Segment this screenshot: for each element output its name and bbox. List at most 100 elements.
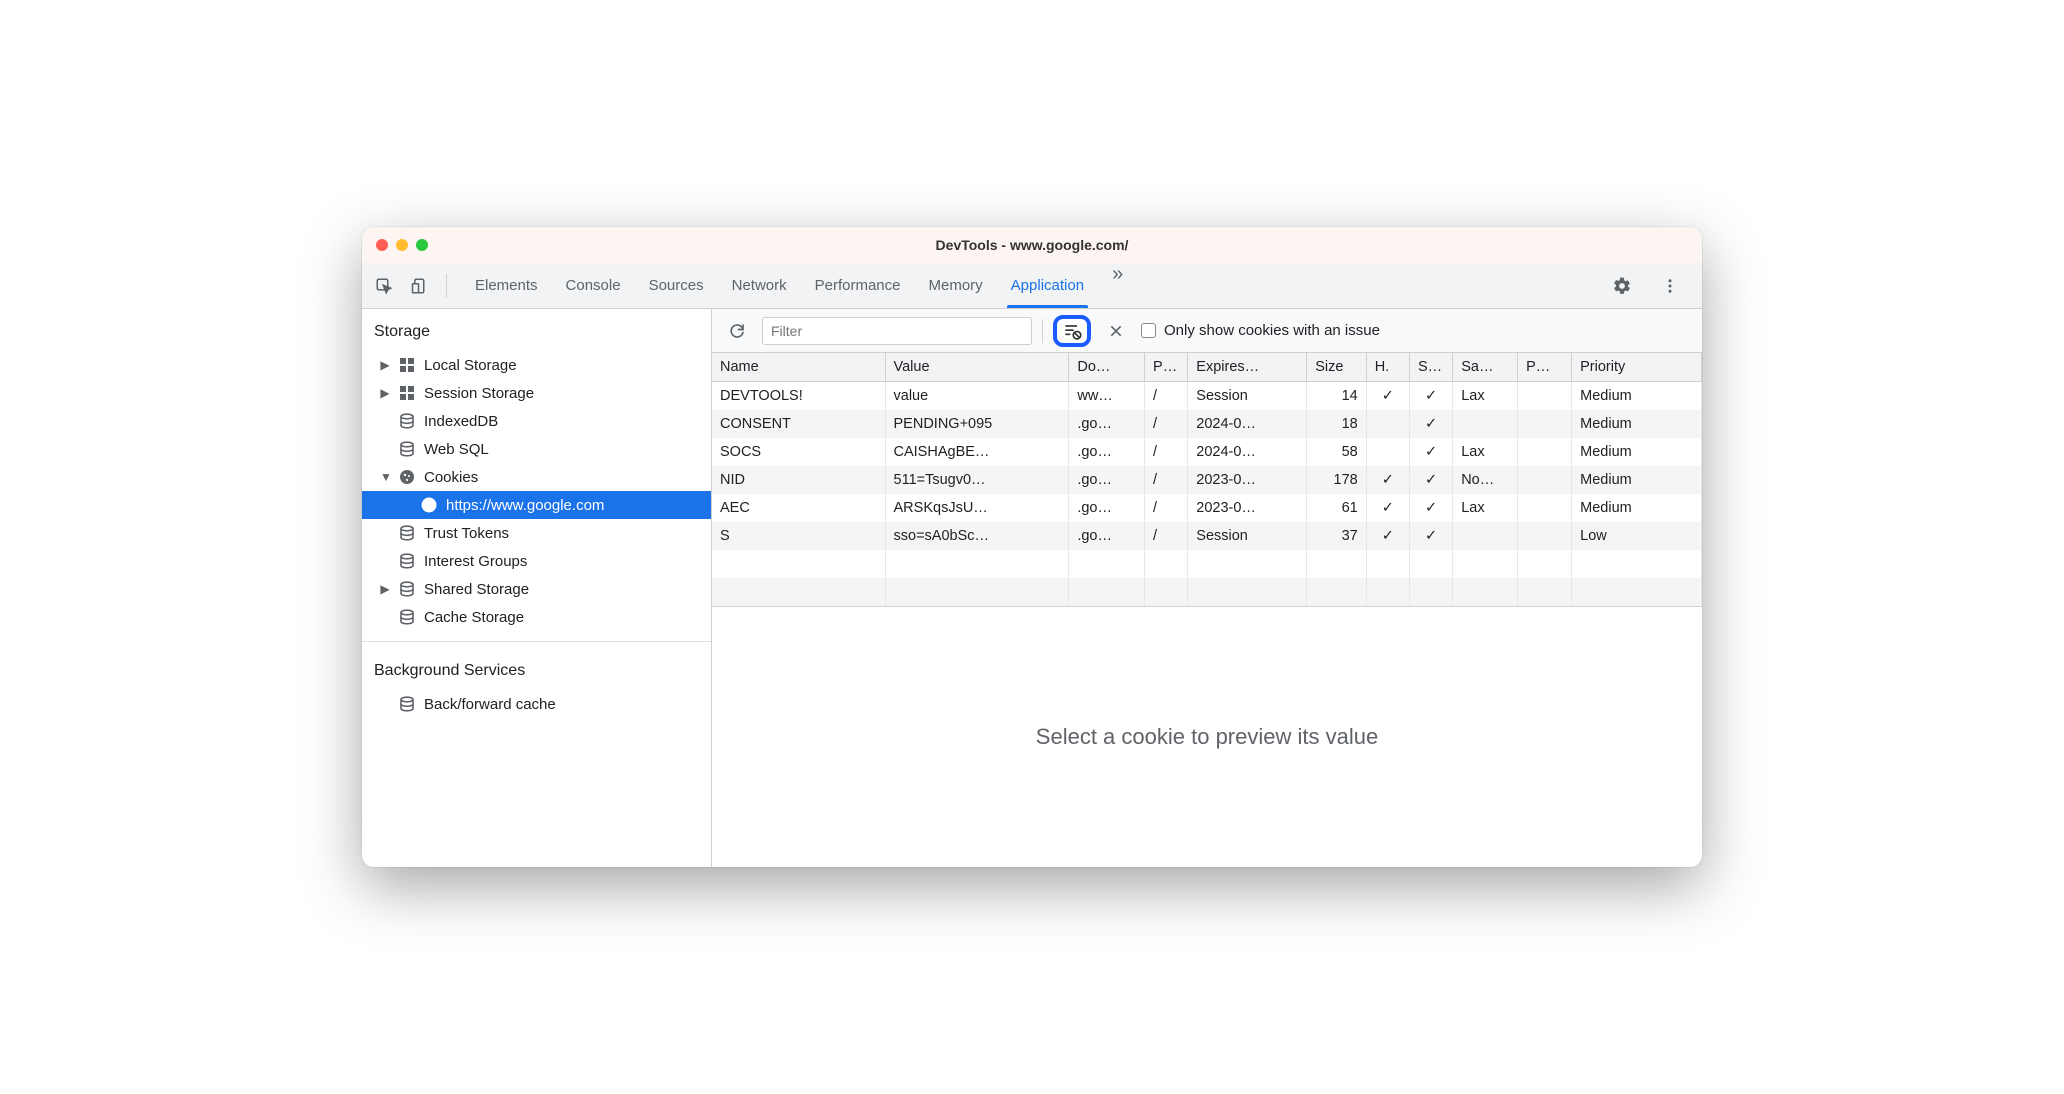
tab-sources[interactable]: Sources bbox=[649, 263, 704, 308]
cell-path: / bbox=[1145, 522, 1188, 550]
storage-heading: Storage bbox=[362, 317, 711, 351]
cookie-preview-empty: Select a cookie to preview its value bbox=[712, 607, 1702, 867]
sidebar-item-label: Back/forward cache bbox=[424, 696, 556, 713]
col-h[interactable]: H. bbox=[1366, 353, 1409, 382]
titlebar: DevTools - www.google.com/ bbox=[362, 227, 1702, 263]
sidebar-item-local-storage[interactable]: ▶ Local Storage bbox=[362, 351, 711, 379]
sidebar-item-https-www-google-com[interactable]: https://www.google.com bbox=[362, 491, 711, 519]
cell-secure: ✓ bbox=[1409, 382, 1452, 411]
cookies-panel: Only show cookies with an issue NameValu… bbox=[712, 309, 1702, 867]
cell-domain: .go… bbox=[1069, 522, 1145, 550]
cell-size: 178 bbox=[1307, 466, 1366, 494]
expand-arrow-icon[interactable]: ▶ bbox=[380, 582, 390, 596]
divider bbox=[446, 274, 447, 298]
col-name[interactable]: Name bbox=[712, 353, 885, 382]
col-p[interactable]: P… bbox=[1145, 353, 1188, 382]
cell-name: CONSENT bbox=[712, 410, 885, 438]
cell-name: AEC bbox=[712, 494, 885, 522]
refresh-icon[interactable] bbox=[722, 316, 752, 346]
table-row[interactable]: SOCSCAISHAgBE….go…/2024-0…58✓LaxMedium bbox=[712, 438, 1702, 466]
col-sa[interactable]: Sa… bbox=[1453, 353, 1518, 382]
col-do[interactable]: Do… bbox=[1069, 353, 1145, 382]
sidebar-item-label: Session Storage bbox=[424, 385, 534, 402]
cell-same: Lax bbox=[1453, 438, 1518, 466]
sidebar-item-shared-storage[interactable]: ▶ Shared Storage bbox=[362, 575, 711, 603]
cell-name: NID bbox=[712, 466, 885, 494]
cell-http: ✓ bbox=[1366, 494, 1409, 522]
col-value[interactable]: Value bbox=[885, 353, 1069, 382]
sidebar-item-cookies[interactable]: ▼ Cookies bbox=[362, 463, 711, 491]
tab-elements[interactable]: Elements bbox=[475, 263, 538, 308]
col-s[interactable]: S… bbox=[1409, 353, 1452, 382]
sidebar-item-label: Cookies bbox=[424, 469, 478, 486]
table-row[interactable]: NID511=Tsugv0….go…/2023-0…178✓✓No…Medium bbox=[712, 466, 1702, 494]
sidebar-item-session-storage[interactable]: ▶ Session Storage bbox=[362, 379, 711, 407]
sidebar-item-web-sql[interactable]: Web SQL bbox=[362, 435, 711, 463]
settings-icon[interactable] bbox=[1606, 270, 1638, 302]
kebab-menu-icon[interactable] bbox=[1654, 270, 1686, 302]
cell-path: / bbox=[1145, 410, 1188, 438]
clear-cookies-icon[interactable] bbox=[1053, 315, 1091, 347]
table-row[interactable]: CONSENTPENDING+095.go…/2024-0…18✓Medium bbox=[712, 410, 1702, 438]
db-icon bbox=[398, 608, 416, 626]
preview-text: Select a cookie to preview its value bbox=[1036, 724, 1378, 750]
divider bbox=[1042, 319, 1043, 343]
col-size[interactable]: Size bbox=[1307, 353, 1366, 382]
cell-domain: .go… bbox=[1069, 466, 1145, 494]
filter-input[interactable] bbox=[762, 317, 1032, 345]
cell-http: ✓ bbox=[1366, 522, 1409, 550]
cell-domain: ww… bbox=[1069, 382, 1145, 411]
cell-same bbox=[1453, 522, 1518, 550]
window-title: DevTools - www.google.com/ bbox=[362, 237, 1702, 253]
sidebar-item-label: Web SQL bbox=[424, 441, 489, 458]
cell-value: 511=Tsugv0… bbox=[885, 466, 1069, 494]
more-tabs-icon[interactable]: » bbox=[1112, 263, 1123, 308]
cell-path: / bbox=[1145, 466, 1188, 494]
cell-expires: Session bbox=[1188, 382, 1307, 411]
device-toolbar-icon[interactable] bbox=[404, 270, 436, 302]
table-row[interactable]: DEVTOOLS!valueww…/Session14✓✓LaxMedium bbox=[712, 382, 1702, 411]
cell-http: ✓ bbox=[1366, 382, 1409, 411]
sidebar-item-label: Shared Storage bbox=[424, 581, 529, 598]
cell-part bbox=[1518, 522, 1572, 550]
sidebar-item-cache-storage[interactable]: Cache Storage bbox=[362, 603, 711, 631]
cell-secure: ✓ bbox=[1409, 522, 1452, 550]
table-row[interactable]: Ssso=sA0bSc….go…/Session37✓✓Low bbox=[712, 522, 1702, 550]
bg-services-heading: Background Services bbox=[362, 656, 711, 690]
sidebar-item-trust-tokens[interactable]: Trust Tokens bbox=[362, 519, 711, 547]
cell-name: DEVTOOLS! bbox=[712, 382, 885, 411]
cell-name: SOCS bbox=[712, 438, 885, 466]
tab-application[interactable]: Application bbox=[1011, 263, 1084, 308]
col-p[interactable]: P… bbox=[1518, 353, 1572, 382]
sidebar-item-interest-groups[interactable]: Interest Groups bbox=[362, 547, 711, 575]
sidebar-item-back-forward-cache[interactable]: Back/forward cache bbox=[362, 690, 711, 718]
cell-domain: .go… bbox=[1069, 410, 1145, 438]
cell-value: ARSKqsJsU… bbox=[885, 494, 1069, 522]
sidebar-item-indexeddb[interactable]: IndexedDB bbox=[362, 407, 711, 435]
col-expires[interactable]: Expires… bbox=[1188, 353, 1307, 382]
table-row[interactable]: AECARSKqsJsU….go…/2023-0…61✓✓LaxMedium bbox=[712, 494, 1702, 522]
tab-console[interactable]: Console bbox=[566, 263, 621, 308]
table-row-empty bbox=[712, 578, 1702, 606]
clear-filter-icon[interactable] bbox=[1101, 316, 1131, 346]
cell-part bbox=[1518, 494, 1572, 522]
cell-expires: 2024-0… bbox=[1188, 410, 1307, 438]
cell-domain: .go… bbox=[1069, 438, 1145, 466]
checkbox-icon[interactable] bbox=[1141, 323, 1156, 338]
expand-arrow-icon[interactable]: ▼ bbox=[380, 470, 390, 484]
grid-icon bbox=[398, 356, 416, 374]
expand-arrow-icon[interactable]: ▶ bbox=[380, 358, 390, 372]
cell-value: value bbox=[885, 382, 1069, 411]
only-issue-checkbox[interactable]: Only show cookies with an issue bbox=[1141, 322, 1380, 339]
expand-arrow-icon[interactable]: ▶ bbox=[380, 386, 390, 400]
tab-network[interactable]: Network bbox=[732, 263, 787, 308]
application-sidebar: Storage ▶ Local Storage▶ Session Storage… bbox=[362, 309, 712, 867]
cell-part bbox=[1518, 466, 1572, 494]
panel-body: Storage ▶ Local Storage▶ Session Storage… bbox=[362, 309, 1702, 867]
cell-expires: 2023-0… bbox=[1188, 494, 1307, 522]
tab-performance[interactable]: Performance bbox=[815, 263, 901, 308]
cell-priority: Low bbox=[1572, 522, 1702, 550]
tab-memory[interactable]: Memory bbox=[929, 263, 983, 308]
col-priority[interactable]: Priority bbox=[1572, 353, 1702, 382]
inspect-element-icon[interactable] bbox=[368, 270, 400, 302]
